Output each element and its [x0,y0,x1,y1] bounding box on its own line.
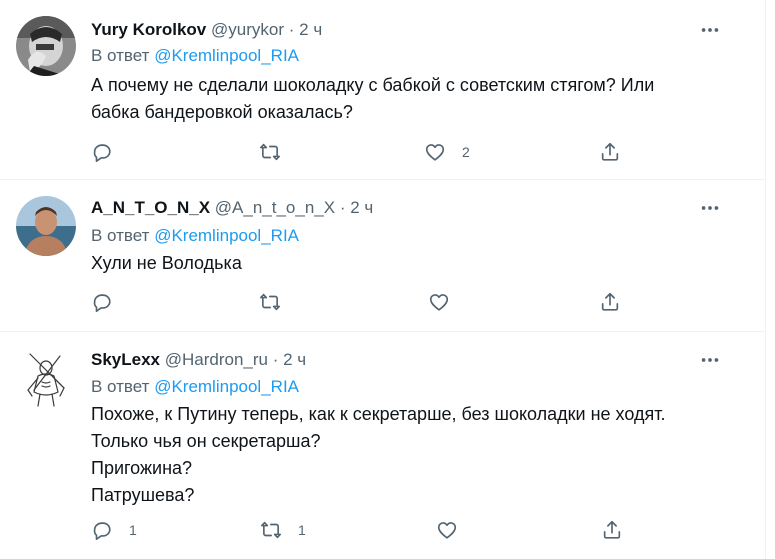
author-handle[interactable]: @Hardron_ru [165,350,268,369]
timestamp[interactable]: 2 ч [299,20,322,39]
separator-dot: · [339,198,346,217]
like-button[interactable] [428,290,466,314]
author-name[interactable]: A_N_T_O_N_X [91,198,210,217]
reply-to-link[interactable]: @Kremlinpool_RIA [154,377,299,396]
tweet-text: Похоже, к Путину теперь, как к секретарш… [91,401,711,509]
tweet-text-line: А почему не сделали шоколадку с бабкой с… [91,75,655,95]
retweet-count: 1 [298,522,306,538]
reply-button[interactable] [91,140,129,164]
reply-icon [93,144,111,162]
reply-button[interactable] [91,290,129,314]
tweet-text-line: Только чья он секретарша? [91,431,321,451]
reply-prefix: В ответ [91,226,150,245]
separator-dot: · [288,20,295,39]
like-button[interactable] [436,518,474,542]
reply-prefix: В ответ [91,46,150,65]
tweet[interactable]: SkyLexx @Hardron_ru · 2 ч В ответ @Kreml… [0,332,765,559]
avatar-photo-icon [16,196,76,256]
avatar-drawing-icon [16,348,76,408]
heart-icon [437,522,457,539]
tweet-header: A_N_T_O_N_X @A_n_t_o_n_X · 2 ч [91,198,373,218]
share-icon [603,520,621,539]
avatar[interactable] [16,196,76,256]
reply-button[interactable]: 1 [91,518,137,542]
share-icon [601,142,619,161]
replying-to: В ответ @Kremlinpool_RIA [91,226,299,246]
replying-to: В ответ @Kremlinpool_RIA [91,46,299,66]
reply-icon [93,522,111,540]
share-button[interactable] [599,290,621,314]
tweet[interactable]: Yury Korolkov @yurykor · 2 ч В ответ @Kr… [0,0,765,179]
like-count: 2 [462,144,470,160]
author-name[interactable]: SkyLexx [91,350,160,369]
reply-to-link[interactable]: @Kremlinpool_RIA [154,226,299,245]
reply-to-link[interactable]: @Kremlinpool_RIA [154,46,299,65]
like-button[interactable]: 2 [424,140,470,164]
reply-count: 1 [129,522,137,538]
more-horizontal-icon[interactable] [699,349,721,371]
share-icon [601,292,619,311]
more-horizontal-icon[interactable] [699,197,721,219]
heart-icon [425,144,445,161]
tweet-text-line: Похоже, к Путину теперь, как к секретарш… [91,404,666,424]
heart-icon [429,294,449,311]
retweet-button[interactable]: 1 [260,518,306,542]
action-bar: 1 1 [91,518,631,542]
avatar[interactable] [16,16,76,76]
retweet-icon [261,521,281,539]
retweet-button[interactable] [259,140,297,164]
replying-to: В ответ @Kremlinpool_RIA [91,377,299,397]
retweet-icon [260,143,280,161]
separator-dot: · [272,350,279,369]
action-bar: 2 [91,140,631,164]
tweet-text-line: бабка бандеровкой оказалась? [91,102,353,122]
author-name[interactable]: Yury Korolkov [91,20,206,39]
author-handle[interactable]: @yurykor [211,20,284,39]
author-handle[interactable]: @A_n_t_o_n_X [215,198,335,217]
timestamp[interactable]: 2 ч [350,198,373,217]
retweet-icon [260,293,280,311]
avatar-photo-icon [16,16,76,76]
tweet-header: Yury Korolkov @yurykor · 2 ч [91,20,322,40]
avatar[interactable] [16,348,76,408]
tweet-text-line: Пригожина? [91,458,193,478]
tweet-feed: Yury Korolkov @yurykor · 2 ч В ответ @Kr… [0,0,766,559]
tweet-header: SkyLexx @Hardron_ru · 2 ч [91,350,306,370]
tweet-text-line: Хули не Володька [91,253,242,273]
timestamp[interactable]: 2 ч [283,350,306,369]
more-horizontal-icon[interactable] [699,19,721,41]
reply-icon [93,294,111,312]
share-button[interactable] [601,518,623,542]
reply-prefix: В ответ [91,377,150,396]
tweet-text: Хули не Володька [91,250,711,277]
tweet-text-line: Патрушева? [91,485,195,505]
tweet[interactable]: A_N_T_O_N_X @A_n_t_o_n_X · 2 ч В ответ @… [0,180,765,331]
share-button[interactable] [599,140,621,164]
tweet-text: А почему не сделали шоколадку с бабкой с… [91,72,711,126]
action-bar [91,290,631,314]
retweet-button[interactable] [259,290,297,314]
